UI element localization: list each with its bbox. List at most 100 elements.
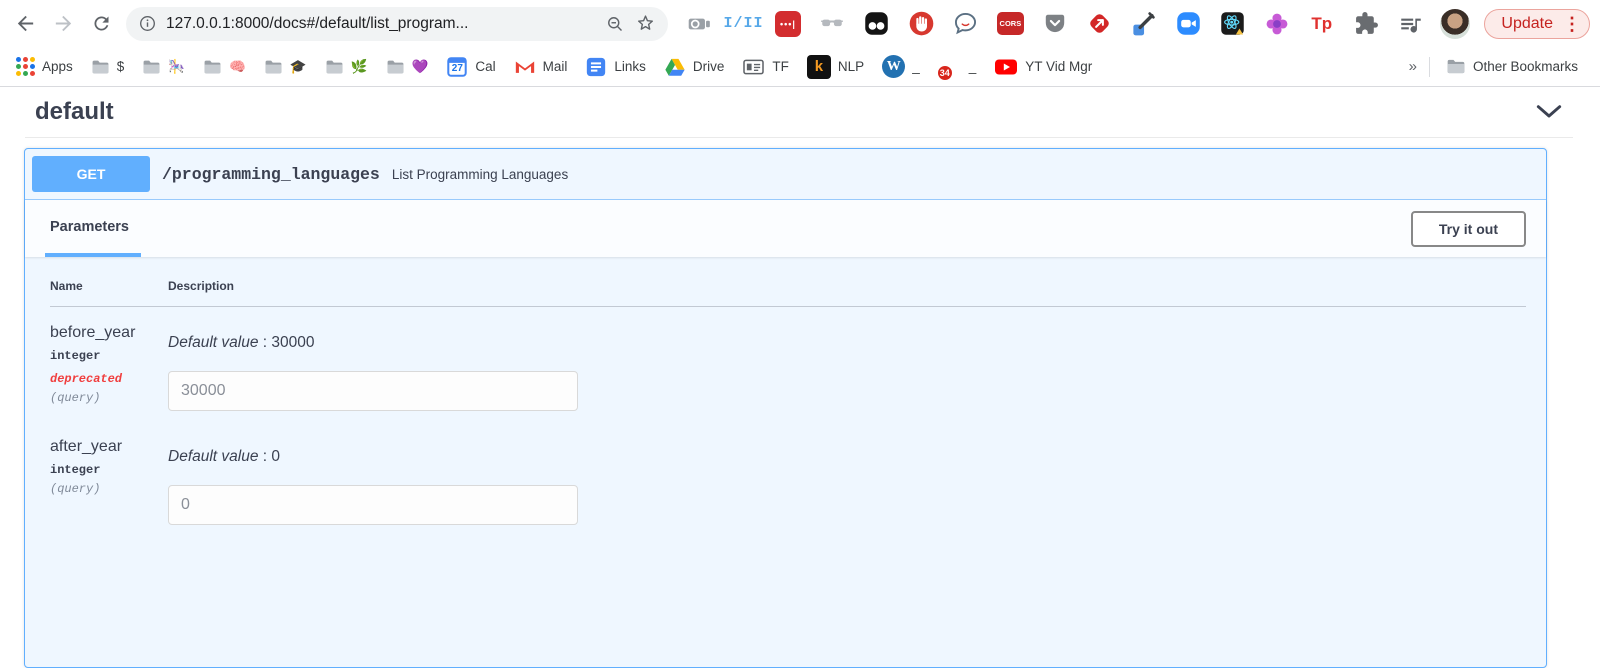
bookmark-folder-brain[interactable]: 🧠 bbox=[195, 55, 254, 79]
parameter-default-text: Default value : 30000 bbox=[168, 334, 1526, 352]
reload-icon bbox=[91, 13, 112, 34]
pocket-extension-icon[interactable] bbox=[1040, 9, 1070, 39]
reload-button[interactable] bbox=[82, 5, 120, 43]
parameter-deprecated-label: deprecated bbox=[50, 372, 168, 386]
operation-path: /programming_languages bbox=[162, 165, 380, 184]
bookmark-youtube[interactable]: YT Vid Mgr bbox=[986, 54, 1100, 80]
back-button[interactable] bbox=[6, 5, 44, 43]
colorzilla-extension-icon[interactable] bbox=[1129, 9, 1159, 39]
bookmark-apps[interactable]: Apps bbox=[8, 53, 81, 80]
cors-extension-icon[interactable]: CORS bbox=[995, 9, 1025, 39]
lastpass-extension-icon[interactable]: •••| bbox=[773, 9, 803, 39]
parameter-location: (query) bbox=[50, 391, 168, 405]
folder-icon bbox=[203, 59, 222, 75]
zoom-out-icon[interactable] bbox=[605, 14, 625, 34]
bookmark-folder-dollar[interactable]: $ bbox=[83, 55, 133, 79]
parameters-table-header: Name Description bbox=[50, 279, 1526, 307]
address-bar[interactable]: 127.0.0.1:8000/docs#/default/list_progra… bbox=[126, 7, 668, 41]
tag-title: default bbox=[35, 98, 114, 126]
parameter-value-input-before-year[interactable] bbox=[168, 371, 578, 411]
tag-section-header[interactable]: default bbox=[25, 87, 1573, 138]
profile-avatar[interactable] bbox=[1440, 9, 1470, 39]
parameter-row-after-year: after_year integer (query) Default value… bbox=[50, 438, 1526, 525]
bars-extension-icon[interactable]: I/II bbox=[728, 9, 758, 39]
other-bookmarks-button[interactable]: Other Bookmarks bbox=[1438, 54, 1586, 79]
youtube-icon bbox=[994, 58, 1018, 76]
wordpress-icon: W bbox=[882, 55, 905, 78]
projector-extension-icon[interactable] bbox=[684, 9, 714, 39]
bookmark-star-icon[interactable] bbox=[635, 13, 656, 34]
parameter-value-input-after-year[interactable] bbox=[168, 485, 578, 525]
url-text[interactable]: 127.0.0.1:8000/docs#/default/list_progra… bbox=[166, 15, 595, 33]
operation-description: List Programming Languages bbox=[392, 167, 568, 182]
folder-icon bbox=[325, 59, 344, 75]
operation-summary[interactable]: GET /programming_languages List Programm… bbox=[25, 149, 1546, 200]
parameter-name: before_year bbox=[50, 324, 168, 342]
app-34-icon: 34 bbox=[938, 55, 962, 79]
parameter-name: after_year bbox=[50, 438, 168, 456]
folder-icon bbox=[386, 59, 405, 75]
drive-icon bbox=[664, 57, 686, 77]
bookmarks-divider bbox=[1429, 57, 1430, 77]
media-queue-icon[interactable] bbox=[1396, 9, 1426, 39]
parameters-section-header: Parameters Try it out bbox=[25, 200, 1546, 257]
browser-menu-icon[interactable]: ⋮ bbox=[1563, 15, 1581, 33]
folder-icon bbox=[1446, 58, 1466, 75]
gmail-icon bbox=[514, 58, 536, 75]
chat-bubble-extension-icon[interactable] bbox=[951, 9, 981, 39]
folder-icon bbox=[264, 59, 283, 75]
parameter-location: (query) bbox=[50, 482, 168, 496]
calendar-icon: 27 bbox=[446, 56, 468, 78]
try-it-out-button[interactable]: Try it out bbox=[1411, 211, 1526, 247]
forward-arrow-icon bbox=[52, 12, 75, 35]
parameters-table: Name Description before_year integer dep… bbox=[25, 257, 1546, 525]
parameter-row-before-year: before_year integer deprecated (query) D… bbox=[50, 324, 1526, 411]
dark-dots-extension-icon[interactable] bbox=[862, 9, 892, 39]
bookmark-nlp[interactable]: k NLP bbox=[799, 51, 872, 83]
bookmark-wordpress[interactable]: W _ bbox=[874, 51, 928, 82]
parameter-type: integer bbox=[50, 463, 168, 477]
bookmark-calendar[interactable]: 27 Cal bbox=[438, 52, 503, 82]
update-label: Update bbox=[1501, 15, 1553, 33]
bookmarks-bar: Apps $ 🎠 🧠 🎓 🌿 💜 27 bbox=[0, 47, 1600, 87]
react-devtools-extension-icon[interactable] bbox=[1218, 9, 1248, 39]
browser-toolbar: 127.0.0.1:8000/docs#/default/list_progra… bbox=[0, 0, 1600, 47]
apps-grid-icon bbox=[16, 57, 35, 76]
extensions-puzzle-icon[interactable] bbox=[1351, 9, 1381, 39]
bookmark-folder-herb[interactable]: 🌿 bbox=[317, 55, 376, 79]
forward-button[interactable] bbox=[44, 5, 82, 43]
bookmark-app34[interactable]: 34 _ bbox=[930, 51, 985, 83]
tab-parameters[interactable]: Parameters bbox=[45, 200, 141, 257]
parameter-type: integer bbox=[50, 349, 168, 363]
flower-extension-icon[interactable] bbox=[1262, 9, 1292, 39]
zoom-extension-icon[interactable] bbox=[1173, 9, 1203, 39]
folder-icon bbox=[91, 59, 110, 75]
glasses-extension-icon[interactable] bbox=[817, 9, 847, 39]
list-icon bbox=[585, 56, 607, 78]
site-info-icon[interactable] bbox=[138, 14, 157, 33]
card-icon bbox=[742, 57, 765, 76]
swagger-docs-page: default GET /programming_languages List … bbox=[0, 87, 1600, 645]
bookmark-folder-horse[interactable]: 🎠 bbox=[134, 55, 193, 79]
bookmark-mail[interactable]: Mail bbox=[506, 54, 576, 79]
tp-extension-icon[interactable]: Tp bbox=[1307, 9, 1337, 39]
extensions-strip: I/II •••| CORS bbox=[684, 9, 1470, 39]
name-column-header: Name bbox=[50, 279, 168, 293]
k-icon: k bbox=[807, 55, 831, 79]
chevron-down-icon[interactable] bbox=[1535, 104, 1563, 120]
redirect-extension-icon[interactable] bbox=[1084, 9, 1114, 39]
bookmarks-overflow-chevron[interactable]: » bbox=[1405, 58, 1421, 75]
browser-chrome: 127.0.0.1:8000/docs#/default/list_progra… bbox=[0, 0, 1600, 87]
bookmark-links[interactable]: Links bbox=[577, 52, 654, 82]
bookmark-folder-heart[interactable]: 💜 bbox=[378, 55, 437, 79]
description-column-header: Description bbox=[168, 279, 1526, 293]
bookmark-folder-grad[interactable]: 🎓 bbox=[256, 55, 315, 79]
parameter-default-text: Default value : 0 bbox=[168, 448, 1526, 466]
back-arrow-icon bbox=[14, 12, 37, 35]
method-badge: GET bbox=[32, 156, 150, 192]
bookmark-drive[interactable]: Drive bbox=[656, 53, 733, 81]
stop-hand-extension-icon[interactable] bbox=[906, 9, 936, 39]
bookmark-tf[interactable]: TF bbox=[734, 53, 797, 80]
update-button[interactable]: Update ⋮ bbox=[1484, 9, 1590, 39]
operation-block: GET /programming_languages List Programm… bbox=[24, 148, 1547, 668]
